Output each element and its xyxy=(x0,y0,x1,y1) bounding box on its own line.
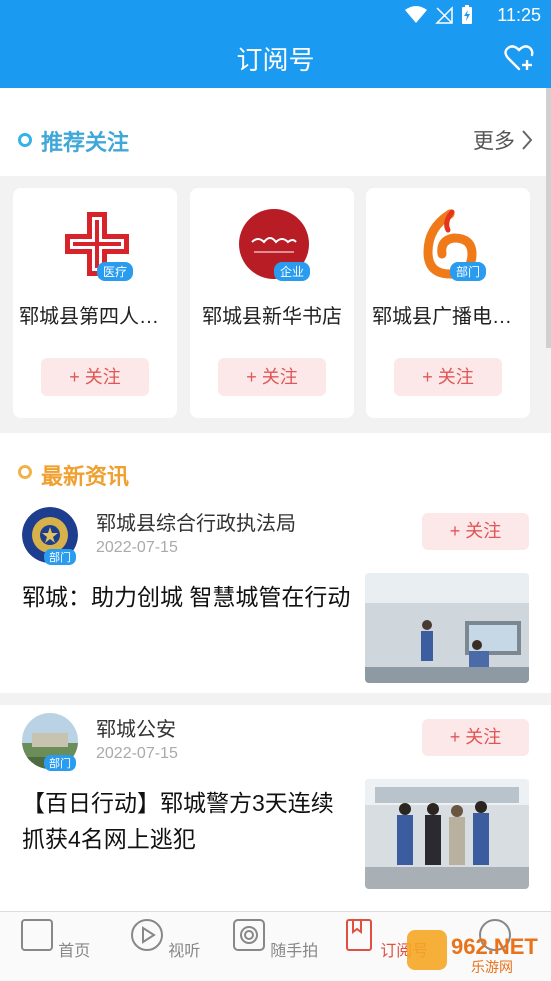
card-name: 郓城县新华书店 xyxy=(202,306,342,328)
news-thumbnail[interactable] xyxy=(365,779,529,889)
news-section: 最新资讯 部门 郓城县综合行政执法局 2022-07-15 + 关注 郓城：助力… xyxy=(0,433,551,915)
battery-icon xyxy=(462,5,472,24)
tab-home[interactable]: 首页 xyxy=(10,918,100,961)
card-name: 郓城县第四人民医院 xyxy=(19,306,171,328)
recommend-card[interactable]: 部门 郓城县广播电视台 + 关注 xyxy=(366,188,530,418)
bookmark-book-icon xyxy=(345,919,372,951)
tab-label: 随手拍 xyxy=(270,943,319,960)
news-headline[interactable]: 郓城：助力创城 智慧城管在行动 xyxy=(22,579,352,615)
category-badge: 部门 xyxy=(44,549,76,565)
publish-date: 2022-07-15 xyxy=(96,745,178,762)
wifi-icon xyxy=(405,6,427,23)
recommend-header: 推荐关注 更多 xyxy=(0,88,551,176)
category-badge: 医疗 xyxy=(97,262,134,281)
scrollbar[interactable] xyxy=(546,88,551,348)
news-thumbnail[interactable] xyxy=(365,573,529,683)
card-name: 郓城县广播电视台 xyxy=(372,306,524,328)
news-headline[interactable]: 【百日行动】郓城警方3天连续抓获4名网上逃犯 xyxy=(22,785,352,857)
source-name: 郓城县综合行政执法局 xyxy=(96,513,296,535)
publish-date: 2022-07-15 xyxy=(96,539,178,556)
section-dot-icon xyxy=(18,465,32,479)
follow-button[interactable]: + 关注 xyxy=(218,358,326,396)
app-bar: 订阅号 xyxy=(0,30,551,88)
watermark: 962.NET 乐游网 xyxy=(405,926,545,976)
category-badge: 部门 xyxy=(44,755,76,771)
more-label: 更多 xyxy=(473,130,515,153)
follow-button[interactable]: + 关注 xyxy=(41,358,149,396)
tab-video[interactable]: 视听 xyxy=(120,918,210,961)
tab-label: 首页 xyxy=(58,943,91,960)
tab-label: 视听 xyxy=(168,943,201,960)
status-bar: 11:25 xyxy=(0,0,551,30)
source-name: 郓城公安 xyxy=(96,719,176,741)
heart-plus-icon[interactable] xyxy=(503,42,535,74)
news-item[interactable]: 部门 郓城县综合行政执法局 2022-07-15 + 关注 郓城：助力创城 智慧… xyxy=(0,499,551,693)
more-link[interactable]: 更多 xyxy=(473,125,533,155)
follow-button[interactable]: + 关注 xyxy=(422,513,529,550)
recommend-section: 推荐关注 更多 医疗 郓城县第四人民医院 + 关注 企业 郓城县新华书店 xyxy=(0,88,551,433)
section-dot-icon xyxy=(18,133,32,147)
watermark-text: 962.NET xyxy=(451,934,538,959)
recommend-card[interactable]: 企业 郓城县新华书店 + 关注 xyxy=(190,188,354,418)
home-square-icon xyxy=(20,919,53,951)
watermark-logo-icon: 962.NET 乐游网 xyxy=(407,930,538,976)
recommend-title: 推荐关注 xyxy=(41,130,130,155)
category-badge: 部门 xyxy=(450,262,487,281)
tab-snapshot[interactable]: 随手拍 xyxy=(230,918,320,961)
follow-button[interactable]: + 关注 xyxy=(422,719,529,756)
follow-button[interactable]: + 关注 xyxy=(394,358,502,396)
chevron-right-icon xyxy=(522,130,533,150)
news-header: 最新资讯 xyxy=(0,433,551,499)
recommend-cards: 医疗 郓城县第四人民医院 + 关注 企业 郓城县新华书店 + 关注 部门 郓城县… xyxy=(13,188,543,418)
watermark-subtext: 乐游网 xyxy=(471,960,513,976)
camera-icon xyxy=(232,919,265,951)
news-photo-image xyxy=(365,573,529,683)
news-title: 最新资讯 xyxy=(41,464,130,489)
clock: 11:25 xyxy=(497,5,541,25)
page-title: 订阅号 xyxy=(236,45,315,75)
recommend-card[interactable]: 医疗 郓城县第四人民医院 + 关注 xyxy=(13,188,177,418)
news-photo-image xyxy=(365,779,529,889)
play-icon xyxy=(130,919,163,951)
no-signal-icon xyxy=(435,6,453,24)
category-badge: 企业 xyxy=(274,262,311,281)
news-item[interactable]: 部门 郓城公安 2022-07-15 + 关注 【百日行动】郓城警方3天连续抓获… xyxy=(0,705,551,915)
status-icons xyxy=(405,5,473,25)
